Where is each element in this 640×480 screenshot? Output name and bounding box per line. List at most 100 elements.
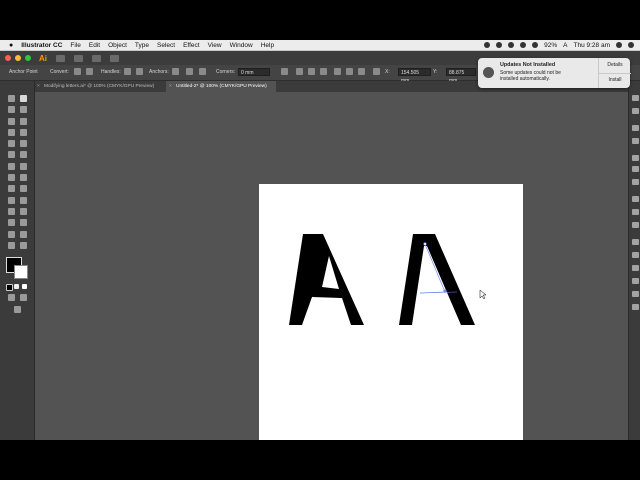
free-transform-tool-icon[interactable] [20,174,27,181]
show-handles-icon[interactable] [124,68,131,75]
record-icon[interactable] [484,42,491,48]
lasso-tool-icon[interactable] [20,106,27,113]
zoom-window-button[interactable] [25,55,31,61]
reference-point-icon[interactable] [373,68,380,75]
menu-object[interactable]: Object [108,42,127,49]
draw-inside-icon[interactable] [20,294,27,301]
tab-modifying-letters[interactable]: × Modifying letters.ai* @ 100% (CMYK/GPU… [34,81,164,92]
clock[interactable]: Thu 9:28 am [574,42,611,49]
menu-type[interactable]: Type [135,42,149,49]
color-mode-icon[interactable] [6,284,13,291]
scale-tool-icon[interactable] [20,163,27,170]
none-mode-icon[interactable] [22,284,27,289]
battery-level[interactable]: 92% [544,42,557,49]
install-button[interactable]: Install [598,73,631,88]
transform-panel-icon[interactable] [632,265,639,271]
cut-path-icon[interactable] [199,68,206,75]
menu-list-icon[interactable] [628,42,634,48]
live-paint-tool-icon[interactable] [20,185,27,192]
symbol-sprayer-tool-icon[interactable] [8,219,15,226]
letter-a-edited[interactable] [399,234,475,325]
stroke-swatch[interactable] [14,265,28,279]
eyedropper-tool-icon[interactable] [8,208,15,215]
eraser-tool-icon[interactable] [20,151,27,158]
menu-view[interactable]: View [208,42,222,49]
cast-icon[interactable] [508,42,515,48]
gradient-panel-icon[interactable] [632,209,639,215]
artboard[interactable] [259,184,523,440]
mesh-tool-icon[interactable] [20,197,27,204]
bluetooth-icon[interactable] [520,42,527,48]
y-position-field[interactable]: 88.875 mm [446,68,476,84]
convert-corner-icon[interactable] [74,68,81,75]
character-panel-icon[interactable] [632,304,639,310]
warp-tool-icon[interactable] [8,174,15,181]
slice-tool-icon[interactable] [20,231,27,238]
anchor-point[interactable] [443,289,447,293]
align-middle-icon[interactable] [346,68,353,75]
hide-handles-icon[interactable] [136,68,143,75]
x-position-field[interactable]: 154.505 mm [398,68,431,84]
selection-tool-icon[interactable] [8,95,15,102]
pathfinder-panel-icon[interactable] [632,291,639,297]
screen-mode-icon[interactable] [14,306,21,313]
connect-anchors-icon[interactable] [186,68,193,75]
appearance-panel-icon[interactable] [632,239,639,245]
properties-panel-icon[interactable] [632,95,639,101]
align-top-icon[interactable] [334,68,341,75]
tab-untitled-2[interactable]: × Untitled-2* @ 100% (CMYK/GPU Preview) [166,81,276,92]
swatches-panel-icon[interactable] [632,155,639,161]
libraries-panel-icon[interactable] [632,125,639,131]
close-tab-icon[interactable]: × [169,81,172,92]
curvature-tool-icon[interactable] [20,118,27,125]
blend-tool-icon[interactable] [20,208,27,215]
stock-button[interactable] [74,54,83,62]
convert-smooth-icon[interactable] [86,68,93,75]
shaper-tool-icon[interactable] [8,151,15,158]
transparency-panel-icon[interactable] [632,222,639,228]
symbols-panel-icon[interactable] [632,179,639,185]
gradient-mode-icon[interactable] [14,284,19,289]
details-button[interactable]: Details [598,58,631,74]
pen-tool-icon[interactable] [8,118,15,125]
gpu-performance-icon[interactable] [110,54,119,62]
apple-menu-icon[interactable]: ● [9,42,13,49]
close-tab-icon[interactable]: × [37,81,40,92]
anchor-point[interactable] [423,242,427,246]
wifi-icon[interactable] [532,42,539,48]
remove-anchor-icon[interactable] [172,68,179,75]
paintbrush-tool-icon[interactable] [20,140,27,147]
app-menu[interactable]: Illustrator CC [21,42,62,49]
input-source[interactable]: A [563,42,567,49]
menu-edit[interactable]: Edit [89,42,100,49]
arrange-documents-button[interactable] [92,54,101,62]
letter-a-original[interactable] [289,234,364,325]
artboard-tool-icon[interactable] [8,231,15,238]
perspective-grid-tool-icon[interactable] [8,197,15,204]
layers-panel-icon[interactable] [632,108,639,114]
line-tool-icon[interactable] [20,129,27,136]
zoom-tool-icon[interactable] [20,242,27,249]
corners-field[interactable]: 0 mm [238,68,270,76]
align-bottom-icon[interactable] [358,68,365,75]
brushes-panel-icon[interactable] [632,166,639,172]
stroke-panel-icon[interactable] [632,196,639,202]
draw-normal-icon[interactable] [8,294,15,301]
menu-window[interactable]: Window [230,42,253,49]
menu-help[interactable]: Help [261,42,274,49]
align-panel-icon[interactable] [632,278,639,284]
align-to-icon[interactable] [281,68,288,75]
bridge-button[interactable] [56,54,65,62]
align-left-icon[interactable] [296,68,303,75]
search-icon[interactable] [616,42,622,48]
menu-select[interactable]: Select [157,42,175,49]
magic-wand-tool-icon[interactable] [8,106,15,113]
color-panel-icon[interactable] [632,138,639,144]
direct-selection-tool-icon[interactable] [20,95,27,102]
align-right-icon[interactable] [320,68,327,75]
type-tool-icon[interactable] [8,129,15,136]
rotate-tool-icon[interactable] [8,163,15,170]
minimize-window-button[interactable] [15,55,21,61]
graph-tool-icon[interactable] [20,219,27,226]
close-window-button[interactable] [5,55,11,61]
